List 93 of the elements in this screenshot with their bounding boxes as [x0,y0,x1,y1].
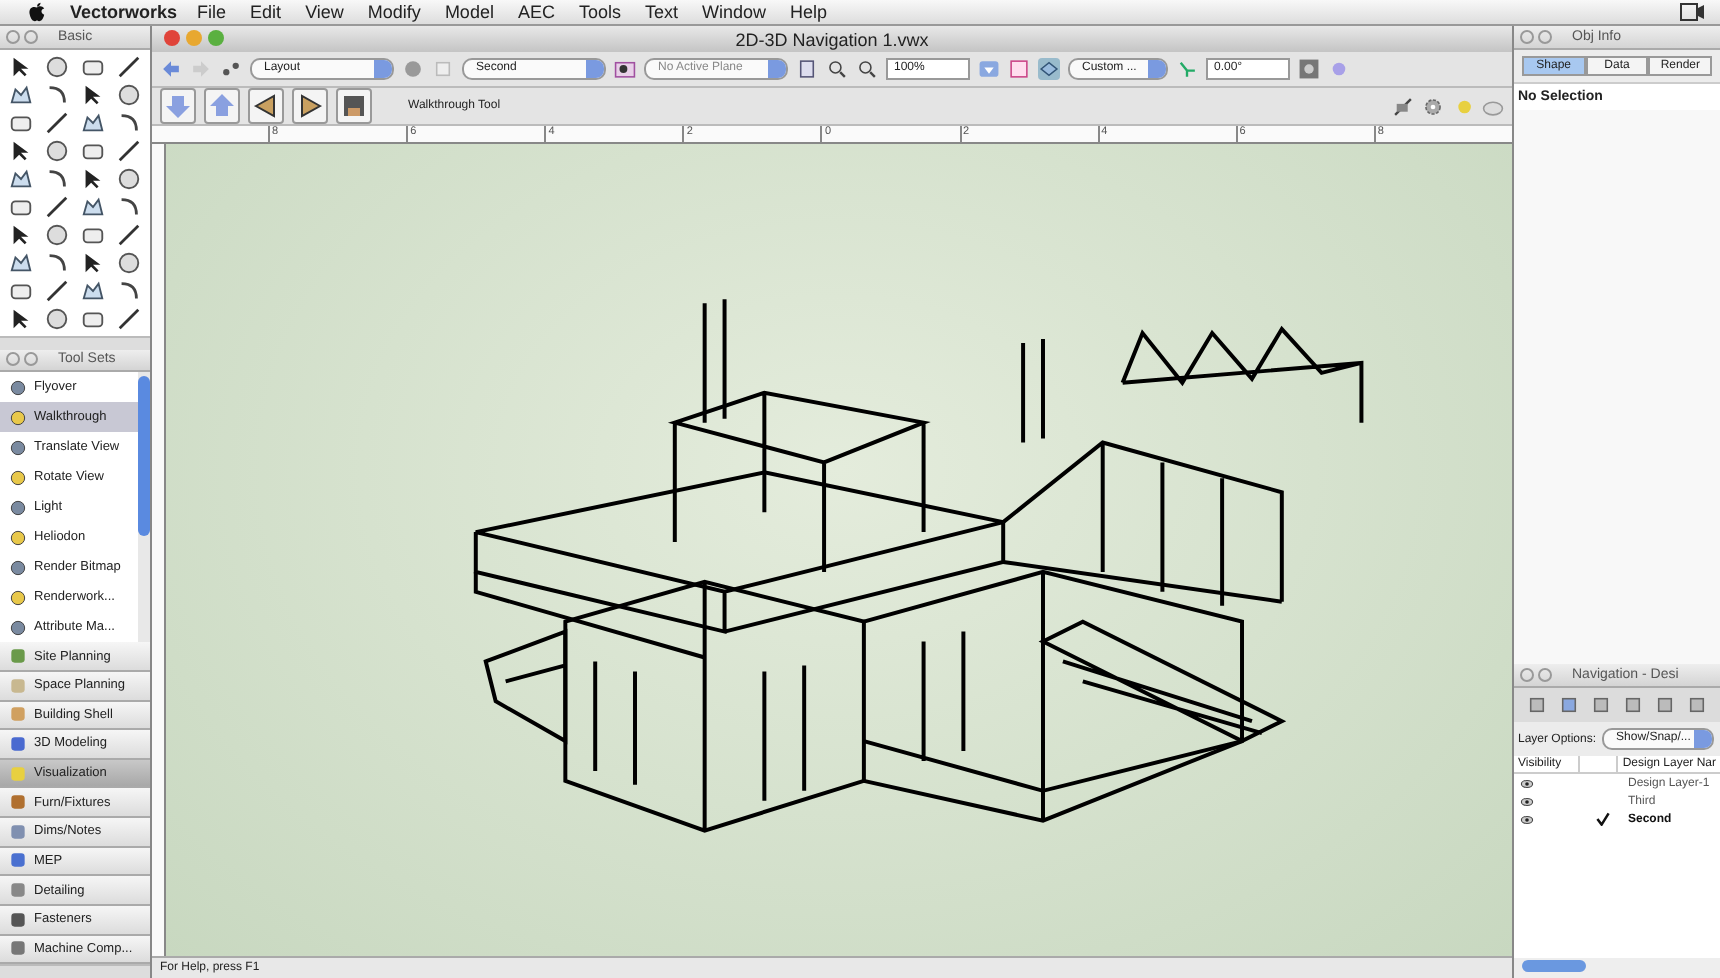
view-icon[interactable] [1008,58,1030,80]
eye-icon[interactable] [1520,795,1534,807]
page-icon[interactable] [796,58,818,80]
tool-icon[interactable] [116,109,142,136]
tool-icon[interactable] [8,249,34,276]
tool-icon[interactable] [80,193,106,220]
apple-icon[interactable] [28,1,46,23]
tool-icon[interactable] [44,137,70,164]
tool-set-icon [8,733,28,754]
gear-icon[interactable] [1422,95,1444,117]
tool-icon[interactable] [116,193,142,220]
tool-icon[interactable] [44,81,70,108]
eye-icon[interactable] [1520,813,1534,825]
tool-icon[interactable] [8,53,34,80]
projection-icon[interactable] [1038,58,1060,80]
tool-set-icon [8,792,28,813]
tool-icon[interactable] [44,109,70,136]
turn-right-button[interactable] [292,88,328,124]
tool-icon[interactable] [80,109,106,136]
tool-icon[interactable] [8,137,34,164]
menu-item[interactable]: AEC [517,2,555,22]
tool-icon[interactable] [80,165,106,192]
navigation-tab-icon[interactable] [1622,694,1644,716]
menu-item[interactable]: Model [444,2,494,22]
tool-set-icon [8,909,28,930]
tool-icon[interactable] [116,249,142,276]
tool-icon [8,407,28,428]
drawing-canvas[interactable] [166,144,1512,956]
tool-icon [8,527,28,548]
tool-icon[interactable] [8,221,34,248]
camera-icon[interactable] [1680,2,1704,22]
tool-icon[interactable] [116,137,142,164]
tool-icon [8,587,28,608]
tool-icon[interactable] [8,81,34,108]
menu-item[interactable]: Modify [367,2,421,22]
navigation-tab-icon[interactable] [1526,694,1548,716]
tool-icon[interactable] [116,305,142,332]
tool-icon[interactable] [44,165,70,192]
menu-item[interactable]: Window [702,2,767,22]
tool-icon[interactable] [44,53,70,80]
tool-icon [8,497,28,518]
tool-icon [8,467,28,488]
tool-icon[interactable] [116,53,142,80]
tool-icon[interactable] [8,305,34,332]
tool-set-icon [8,938,28,959]
tool-icon[interactable] [116,165,142,192]
navigation-tab-icon[interactable] [1590,694,1612,716]
tool-icon[interactable] [44,249,70,276]
navigation-tab-icon[interactable] [1686,694,1708,716]
eye-icon[interactable] [1520,777,1534,789]
tool-set-icon [8,704,28,725]
menu-item[interactable]: Help [790,2,828,22]
tool-icon[interactable] [116,221,142,248]
tool-icon[interactable] [44,277,70,304]
zoom-icon[interactable] [856,58,878,80]
navigation-tab-icon[interactable] [1558,694,1580,716]
close-button[interactable] [164,30,180,46]
expand-handle[interactable] [0,964,150,978]
tool-set-icon [8,850,28,871]
tool-icon [8,377,28,398]
turn-left-button[interactable] [248,88,284,124]
tool-icon[interactable] [8,165,34,192]
tool-icon [8,557,28,578]
tool-icon[interactable] [44,305,70,332]
down-arrow-button[interactable] [160,88,196,124]
menu-item[interactable]: View [305,2,344,22]
menu-item[interactable]: File [197,2,227,22]
zoom-icon[interactable] [826,58,848,80]
menu-item[interactable]: Edit [250,2,282,22]
tool-set-icon [8,646,28,667]
tool-set-icon [8,763,28,784]
floor-button[interactable] [336,88,372,124]
tool-icon [8,437,28,458]
tool-set-icon [8,821,28,842]
back-arrow-icon[interactable] [160,58,182,80]
window-title: 2D-3D Navigation 1.vwx [735,29,929,49]
menu-item[interactable]: Tools [578,2,621,22]
tool-set-icon [8,880,28,901]
scroll-bar[interactable] [138,372,150,643]
tool-icon[interactable] [80,249,106,276]
menu-item[interactable]: Text [644,2,678,22]
render-mode-icon[interactable] [1298,58,1320,80]
app-menu[interactable]: Vectorworks [70,2,178,22]
layer-options-icon[interactable] [614,58,636,80]
tool-icon[interactable] [116,277,142,304]
navigation-tab-icon[interactable] [1654,694,1676,716]
tool-icon[interactable] [80,81,106,108]
tool-icon[interactable] [44,193,70,220]
tool-set-icon [8,675,28,696]
tool-icon[interactable] [116,81,142,108]
tool-icon [8,617,28,638]
tool-icon[interactable] [44,221,70,248]
tool-icon[interactable] [80,277,106,304]
